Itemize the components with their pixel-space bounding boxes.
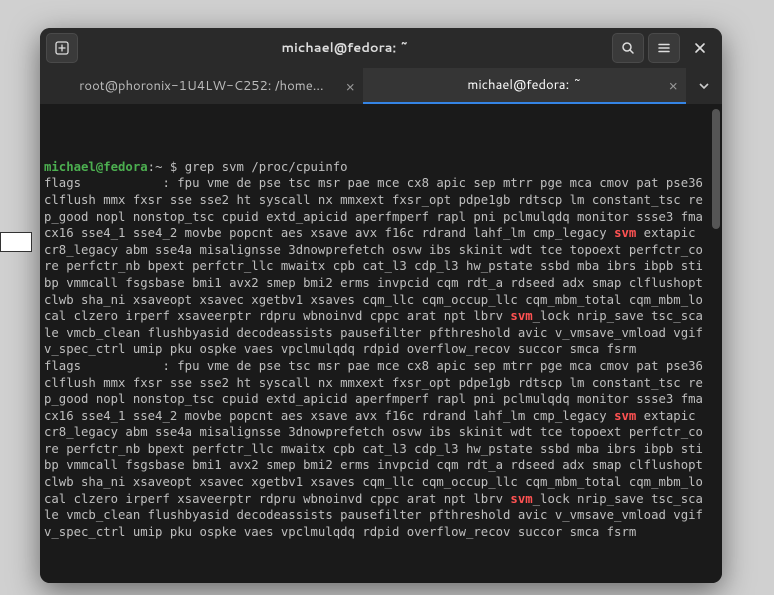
tab-bar: root@phoronix-1U4LW-C252: /home… × micha… <box>40 68 722 105</box>
cpu-flags-block-1a: fpu vme de pse tsc msr pae mce cx8 apic … <box>44 176 710 240</box>
grep-match: svm <box>510 309 532 323</box>
prompt-symbol: $ <box>170 160 177 174</box>
flags-label: flags <box>44 176 81 190</box>
prompt-user-host: michael@fedora <box>44 160 148 174</box>
command-text: grep svm /proc/cpuinfo <box>185 160 348 174</box>
terminal-window: michael@fedora: ~ root@phoronix-1U4LW-C2… <box>40 28 722 583</box>
tab-inactive[interactable]: root@phoronix-1U4LW-C252: /home… × <box>40 68 363 104</box>
grep-match: svm <box>614 409 636 423</box>
grep-match: svm <box>510 492 532 506</box>
menu-button[interactable] <box>648 33 680 63</box>
flags-sep: : <box>162 176 169 190</box>
search-button[interactable] <box>612 33 644 63</box>
tab-label: root@phoronix-1U4LW-C252: /home… <box>79 77 323 95</box>
prompt-separator: : <box>148 160 155 174</box>
tab-close-icon[interactable]: × <box>668 75 678 96</box>
grep-match: svm <box>614 226 636 240</box>
prompt-path: ~ <box>155 160 162 174</box>
flags-label: flags <box>44 359 81 373</box>
tab-close-icon[interactable]: × <box>345 76 355 97</box>
tab-dropdown-button[interactable] <box>686 68 722 104</box>
close-button[interactable] <box>684 33 716 63</box>
tab-label: michael@fedora: ~ <box>467 76 581 94</box>
new-tab-button[interactable] <box>46 33 78 63</box>
titlebar: michael@fedora: ~ <box>40 28 722 68</box>
tab-active[interactable]: michael@fedora: ~ × <box>363 68 686 104</box>
terminal-content: michael@fedora:~ $ grep svm /proc/cpuinf… <box>44 159 718 541</box>
flags-sep: : <box>162 359 169 373</box>
cpu-flags-block-2a: fpu vme de pse tsc msr pae mce cx8 apic … <box>44 359 710 423</box>
terminal-output[interactable]: michael@fedora:~ $ grep svm /proc/cpuinf… <box>40 105 722 583</box>
window-title: michael@fedora: ~ <box>82 39 608 57</box>
scrollbar-thumb[interactable] <box>712 109 720 229</box>
